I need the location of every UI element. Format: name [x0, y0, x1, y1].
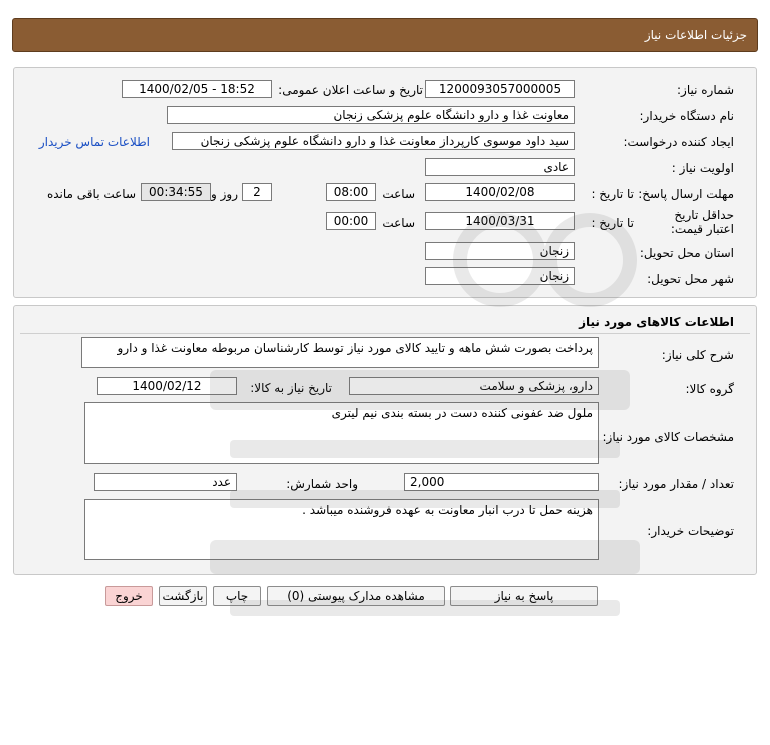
days-label: روز و [211, 187, 238, 201]
requester-label: ایجاد کننده درخواست: [623, 135, 734, 149]
validity-label-text: حداقل تاریخ اعتبار قیمت: [670, 208, 734, 236]
priority-value: عادی [425, 158, 575, 176]
days-value: 2 [242, 183, 272, 201]
province-value: زنجان [425, 242, 575, 260]
goods-group-value: دارو، پزشکی و سلامت [349, 377, 599, 395]
reply-button[interactable]: پاسخ به نیاز [450, 586, 598, 606]
page-title: جزئیات اطلاعات نیاز [644, 28, 747, 42]
validity-until-label: تا تاریخ : [591, 216, 634, 230]
exit-button[interactable]: خروج [105, 586, 153, 606]
city-label: شهر محل تحویل: [647, 272, 734, 286]
deadline-time-label: ساعت [382, 187, 415, 201]
city-value: زنجان [425, 267, 575, 285]
goods-group-label: گروه کالا: [685, 382, 735, 396]
need-number-label: شماره نیاز: [677, 83, 734, 97]
requester-value: سید داود موسوی کارپرداز معاونت غذا و دار… [172, 132, 575, 150]
need-date-label: تاریخ نیاز به کالا: [250, 381, 332, 395]
unit-value: عدد [94, 473, 237, 491]
remaining-label: ساعت باقی مانده [46, 187, 136, 201]
general-desc-value: پرداخت بصورت شش ماهه و تایید کالای مورد … [81, 337, 599, 368]
need-date-value: 1400/02/12 [97, 377, 237, 395]
priority-label: اولویت نیاز : [671, 161, 734, 175]
deadline-date-value: 1400/02/08 [425, 183, 575, 201]
announce-value: 1400/02/05 - 18:52 [122, 80, 272, 98]
print-button[interactable]: چاپ [213, 586, 261, 606]
specs-label: مشخصات کالای مورد نیاز: [602, 430, 734, 444]
specs-value: ملول ضد عفونی کننده دست در بسته بندی نیم… [84, 402, 599, 464]
validity-date-value: 1400/03/31 [425, 212, 575, 230]
page-title-bar: جزئیات اطلاعات نیاز [12, 18, 758, 52]
qty-value: 2,000 [404, 473, 599, 491]
province-label: استان محل تحویل: [639, 246, 734, 260]
goods-section-divider [20, 333, 750, 334]
goods-section-title: اطلاعات کالاهای مورد نیاز [579, 315, 734, 329]
deadline-label: مهلت ارسال پاسخ: [638, 187, 734, 201]
deadline-until-label: تا تاریخ : [591, 187, 634, 201]
validity-label: حداقل تاریخ اعتبار قیمت: [644, 208, 734, 236]
deadline-time-value: 08:00 [326, 183, 376, 201]
qty-label: تعداد / مقدار مورد نیاز: [618, 477, 734, 491]
need-number-value: 1200093057000005 [425, 80, 575, 98]
buyer-notes-value: هزینه حمل تا درب انبار معاونت به عهده فر… [84, 499, 599, 560]
general-desc-label: شرح کلی نیاز: [661, 348, 734, 362]
validity-time-label: ساعت [382, 216, 415, 230]
buyer-org-label: نام دستگاه خریدار: [639, 109, 735, 123]
validity-time-value: 00:00 [326, 212, 376, 230]
unit-label: واحد شمارش: [286, 477, 358, 491]
need-info-panel [13, 67, 757, 298]
buyer-notes-label: توضیحات خریدار: [647, 524, 734, 538]
remaining-time-value: 00:34:55 [141, 183, 211, 201]
announce-label: تاریخ و ساعت اعلان عمومی: [278, 83, 423, 97]
buyer-contact-link[interactable]: اطلاعات تماس خریدار [39, 135, 150, 149]
back-button[interactable]: بازگشت [159, 586, 207, 606]
buyer-org-value: معاونت غذا و دارو دانشگاه علوم پزشکی زنج… [167, 106, 575, 124]
attachments-button[interactable]: مشاهده مدارک پیوستی (0) [267, 586, 445, 606]
